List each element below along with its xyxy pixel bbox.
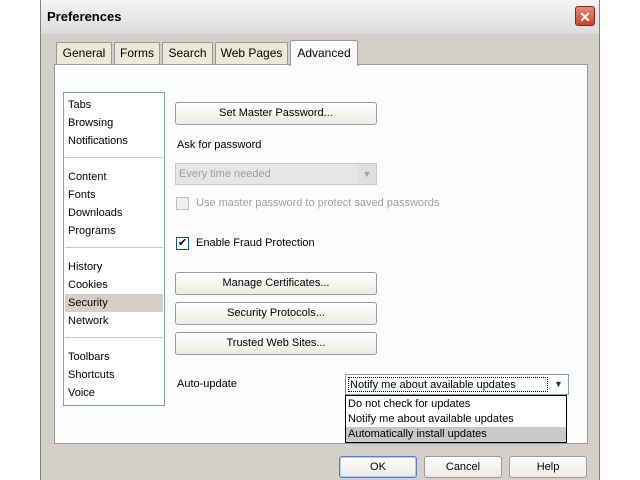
tab-search[interactable]: Search	[162, 42, 213, 64]
sidebar-item-shortcuts[interactable]: Shortcuts	[65, 366, 163, 384]
sidebar-item-downloads[interactable]: Downloads	[65, 204, 163, 222]
trusted-web-sites-button[interactable]: Trusted Web Sites...	[175, 332, 377, 355]
use-master-password-label: Use master password to protect saved pas…	[196, 197, 440, 209]
sidebar-item-network[interactable]: Network	[65, 312, 163, 330]
tab-general[interactable]: General	[56, 42, 112, 64]
sidebar-divider	[65, 337, 163, 338]
window-title: Preferences	[47, 9, 122, 24]
ask-for-password-select[interactable]: Every time needed ▼	[175, 163, 377, 185]
tab-web-pages[interactable]: Web Pages	[215, 42, 288, 64]
sidebar-item-fonts[interactable]: Fonts	[65, 186, 163, 204]
close-button[interactable]: ✕	[575, 6, 595, 26]
sidebar-item-content[interactable]: Content	[65, 168, 163, 186]
sidebar-item-browsing[interactable]: Browsing	[65, 114, 163, 132]
chevron-down-icon[interactable]: ▼	[550, 376, 567, 393]
use-master-password-checkbox[interactable]	[176, 197, 189, 210]
ok-button[interactable]: OK	[339, 456, 417, 478]
sidebar-item-toolbars[interactable]: Toolbars	[65, 348, 163, 366]
ask-for-password-value: Every time needed	[179, 168, 271, 180]
check-icon: ✔	[177, 237, 188, 249]
sidebar-item-programs[interactable]: Programs	[65, 222, 163, 240]
title-bar[interactable]: Preferences ✕	[41, 0, 599, 34]
auto-update-value: Notify me about available updates	[348, 377, 548, 392]
auto-update-select[interactable]: Notify me about available updates ▼	[345, 374, 569, 395]
sidebar-item-cookies[interactable]: Cookies	[65, 276, 163, 294]
tab-forms[interactable]: Forms	[114, 42, 160, 64]
sidebar-item-history[interactable]: History	[65, 258, 163, 276]
dropdown-option-do-not-check[interactable]: Do not check for updates	[346, 397, 566, 412]
help-button[interactable]: Help	[509, 456, 587, 478]
ask-for-password-label: Ask for password	[177, 139, 262, 151]
sidebar-item-tabs[interactable]: Tabs	[65, 96, 163, 114]
close-icon: ✕	[579, 9, 591, 25]
fraud-protection-checkbox[interactable]: ✔	[176, 237, 189, 250]
dropdown-option-auto-install[interactable]: Automatically install updates	[346, 427, 566, 442]
sidebar-item-notifications[interactable]: Notifications	[65, 132, 163, 150]
chevron-down-icon: ▼	[358, 164, 376, 184]
fraud-protection-label: Enable Fraud Protection	[196, 237, 315, 249]
security-protocols-button[interactable]: Security Protocols...	[175, 302, 377, 325]
auto-update-dropdown-list: Do not check for updates Notify me about…	[345, 395, 567, 443]
category-list[interactable]: Tabs Browsing Notifications Content Font…	[63, 92, 165, 406]
sidebar-divider	[65, 247, 163, 248]
sidebar-item-voice[interactable]: Voice	[65, 384, 163, 402]
cancel-button[interactable]: Cancel	[424, 456, 502, 478]
tab-advanced[interactable]: Advanced	[290, 40, 358, 66]
set-master-password-button[interactable]: Set Master Password...	[175, 102, 377, 125]
advanced-panel: Tabs Browsing Notifications Content Font…	[54, 64, 588, 444]
auto-update-label: Auto-update	[177, 378, 237, 390]
manage-certificates-button[interactable]: Manage Certificates...	[175, 272, 377, 295]
dropdown-option-notify[interactable]: Notify me about available updates	[346, 412, 566, 427]
sidebar-item-security[interactable]: Security	[65, 294, 163, 312]
preferences-window: Preferences ✕ General Forms Search Web P…	[40, 0, 600, 480]
sidebar-divider	[65, 157, 163, 158]
